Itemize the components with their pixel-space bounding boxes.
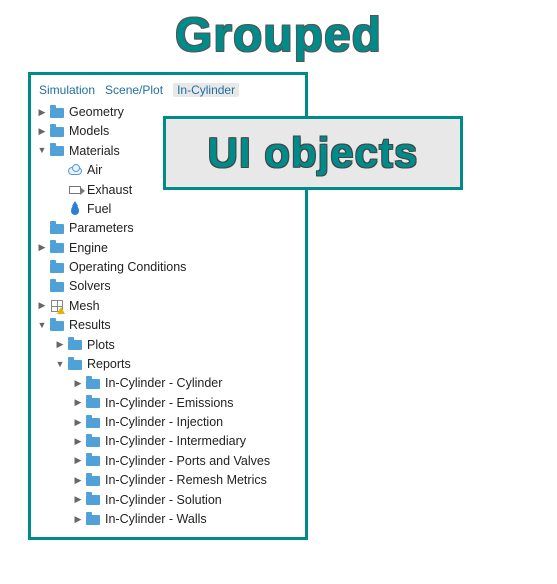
tree-item[interactable]: ▼ Results [35, 316, 301, 335]
folder-icon [49, 222, 65, 236]
tree-item[interactable]: ▶ In-Cylinder - Ports and Valves [35, 452, 301, 471]
folder-icon [49, 241, 65, 255]
expand-icon[interactable]: ▶ [73, 493, 83, 507]
tree-item-label: Plots [87, 336, 115, 355]
tab-scene-plot[interactable]: Scene/Plot [105, 83, 163, 97]
collapse-icon[interactable]: ▼ [55, 358, 65, 372]
expand-icon[interactable]: ▶ [73, 416, 83, 430]
folder-icon [85, 396, 101, 410]
tree-item-label: In-Cylinder - Injection [105, 413, 223, 432]
tree-item[interactable]: ▼ Reports [35, 355, 301, 374]
expand-icon[interactable]: ▶ [37, 241, 47, 255]
tree-item-label: In-Cylinder - Cylinder [105, 374, 222, 393]
folder-icon [85, 416, 101, 430]
expand-icon[interactable]: ▶ [73, 377, 83, 391]
expand-icon[interactable]: ▶ [73, 513, 83, 527]
tree-item[interactable]: ▶ Plots [35, 336, 301, 355]
tree-item-label: Fuel [87, 200, 111, 219]
cloud-icon [67, 164, 83, 178]
expand-icon[interactable]: ▶ [73, 474, 83, 488]
tree-item-label: Solvers [69, 277, 111, 296]
collapse-icon[interactable]: ▼ [37, 144, 47, 158]
tab-simulation[interactable]: Simulation [39, 83, 95, 97]
folder-icon [49, 106, 65, 120]
folder-icon [85, 513, 101, 527]
folder-icon [85, 474, 101, 488]
tree-item-label: Parameters [69, 219, 134, 238]
tab-bar: Simulation Scene/Plot In-Cylinder [35, 81, 301, 103]
folder-icon [49, 319, 65, 333]
collapse-icon[interactable]: ▼ [37, 319, 47, 333]
callout-box: UI objects [163, 116, 463, 190]
tree-item[interactable]: ▶ In-Cylinder - Intermediary [35, 432, 301, 451]
expand-icon[interactable]: ▶ [55, 338, 65, 352]
tree-item[interactable]: ▶ In-Cylinder - Remesh Metrics [35, 471, 301, 490]
tree-item-label: Engine [69, 239, 108, 258]
tree-item[interactable]: ▶ In-Cylinder - Solution [35, 491, 301, 510]
tree-item-label: In-Cylinder - Emissions [105, 394, 234, 413]
tree-item-label: Air [87, 161, 102, 180]
tree-item-label: Models [69, 122, 109, 141]
page-title: Grouped [175, 8, 382, 63]
tree-item[interactable]: ▶Solvers [35, 277, 301, 296]
expand-icon[interactable]: ▶ [73, 435, 83, 449]
tree-item[interactable]: ▶Fuel [35, 200, 301, 219]
expand-icon[interactable]: ▶ [37, 125, 47, 139]
tree-item[interactable]: ▶ In-Cylinder - Walls [35, 510, 301, 529]
folder-icon [85, 493, 101, 507]
tree-item-label: Geometry [69, 103, 124, 122]
folder-icon [49, 125, 65, 139]
folder-icon [49, 280, 65, 294]
tree-item[interactable]: ▶ In-Cylinder - Cylinder [35, 374, 301, 393]
folder-icon [85, 454, 101, 468]
tree-item-label: In-Cylinder - Ports and Valves [105, 452, 270, 471]
expand-icon[interactable]: ▶ [37, 106, 47, 120]
folder-icon [67, 358, 83, 372]
tree-item-label: Mesh [69, 297, 100, 316]
tree-item-label: In-Cylinder - Remesh Metrics [105, 471, 267, 490]
tree-item[interactable]: ▶ Mesh [35, 297, 301, 316]
tree-item-label: Results [69, 316, 111, 335]
expand-icon[interactable]: ▶ [37, 299, 47, 313]
mesh-icon [49, 299, 65, 313]
folder-icon [49, 144, 65, 158]
folder-icon [85, 435, 101, 449]
expand-icon[interactable]: ▶ [73, 396, 83, 410]
fuel-drop-icon [67, 203, 83, 217]
tree-item[interactable]: ▶ Engine [35, 239, 301, 258]
tree-item[interactable]: ▶Parameters [35, 219, 301, 238]
tree-item-label: Operating Conditions [69, 258, 186, 277]
folder-icon [67, 338, 83, 352]
folder-icon [49, 261, 65, 275]
tree-item-label: Reports [87, 355, 131, 374]
tree-item-label: Materials [69, 142, 120, 161]
folder-icon [85, 377, 101, 391]
expand-icon[interactable]: ▶ [73, 454, 83, 468]
tab-in-cylinder[interactable]: In-Cylinder [173, 83, 239, 97]
tree-item[interactable]: ▶ In-Cylinder - Emissions [35, 394, 301, 413]
exhaust-arrow-icon [67, 183, 83, 197]
callout-label: UI objects [208, 129, 419, 177]
tree-item-label: In-Cylinder - Walls [105, 510, 207, 529]
tree-item-label: Exhaust [87, 181, 132, 200]
tree-item[interactable]: ▶Operating Conditions [35, 258, 301, 277]
tree-item-label: In-Cylinder - Solution [105, 491, 222, 510]
tree-item-label: In-Cylinder - Intermediary [105, 432, 246, 451]
tree-item[interactable]: ▶ In-Cylinder - Injection [35, 413, 301, 432]
